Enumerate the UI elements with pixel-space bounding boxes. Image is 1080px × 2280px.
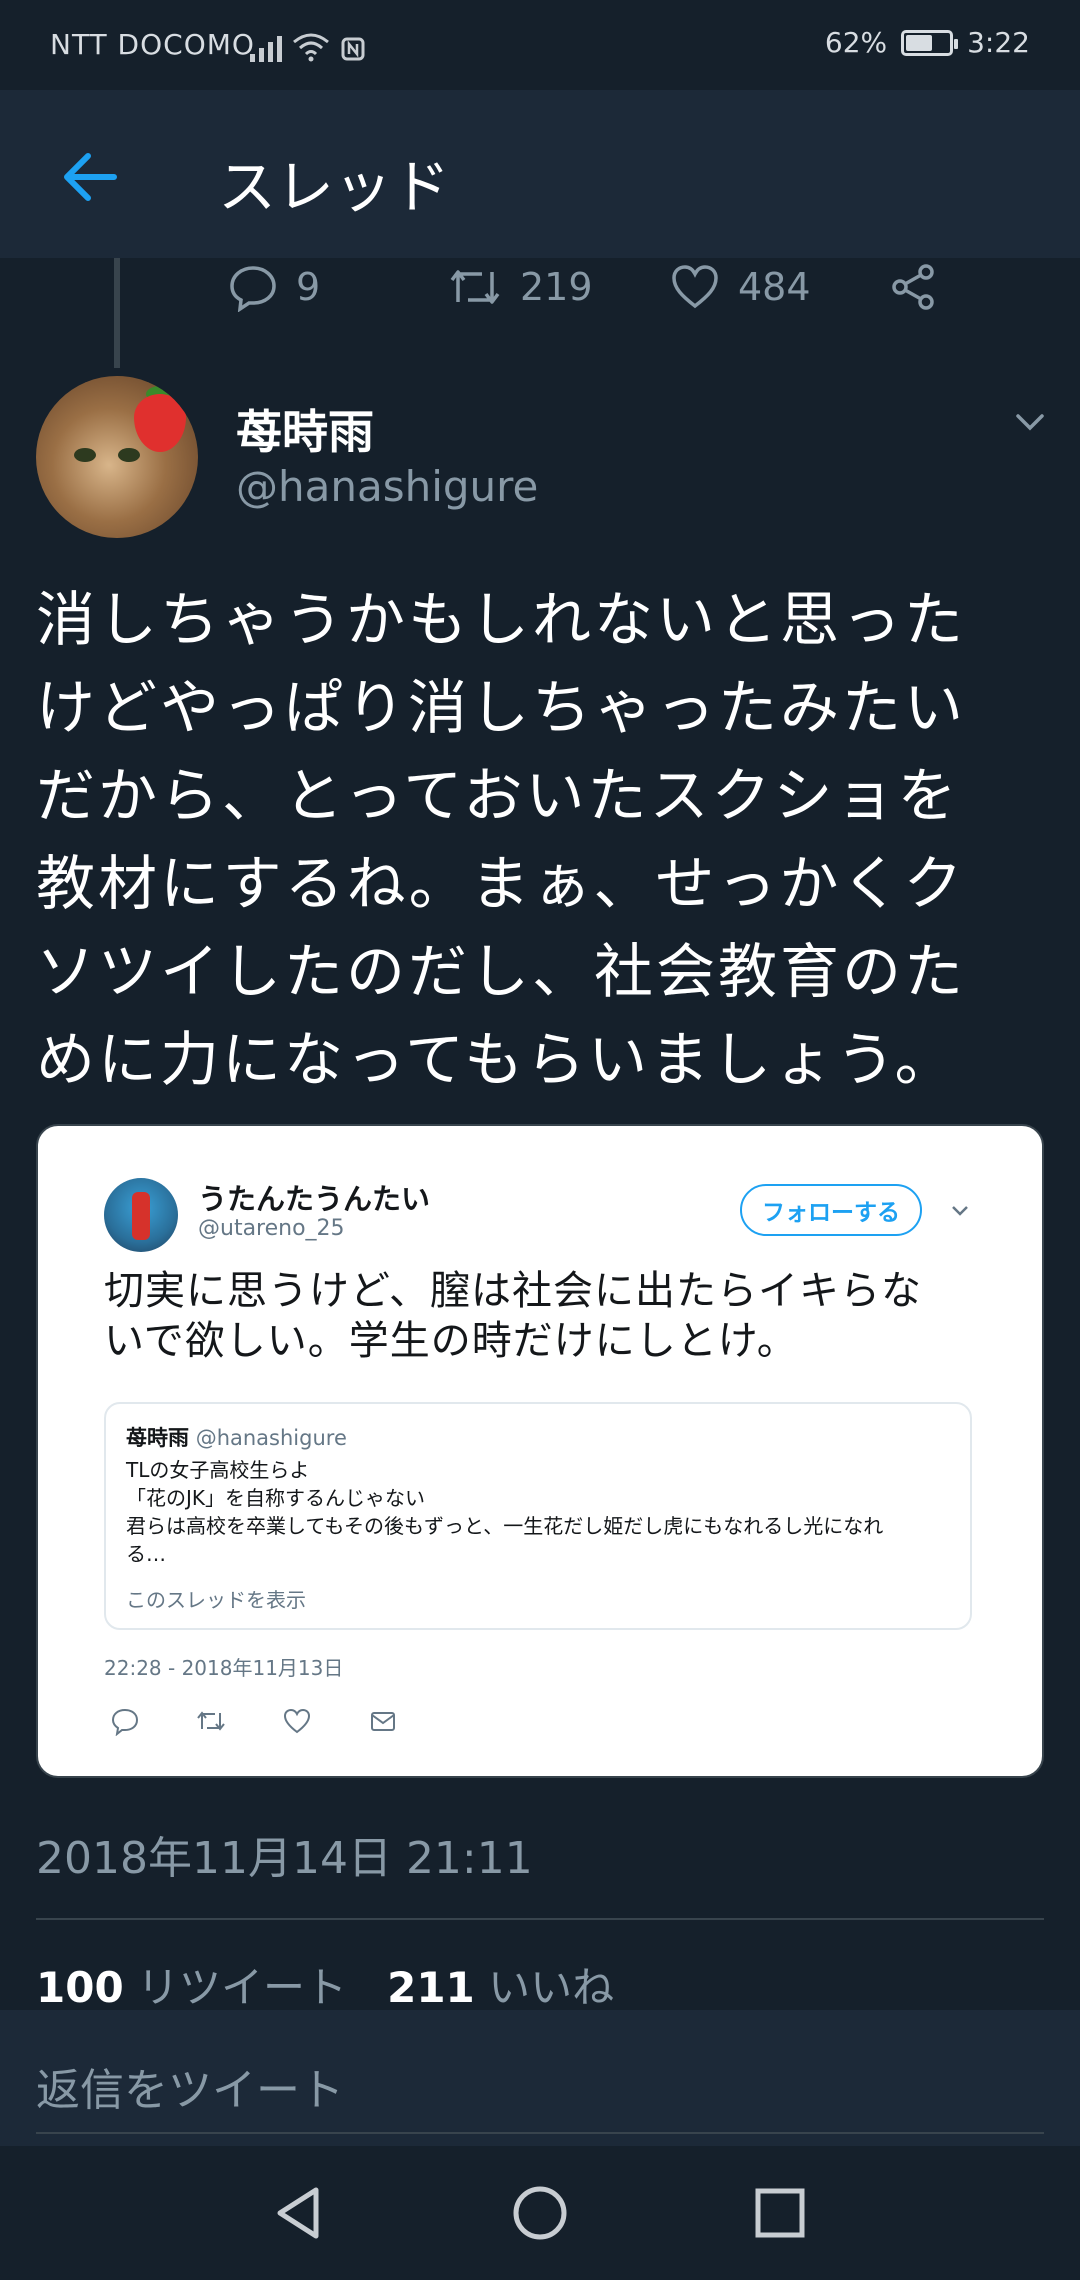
arrow-left-icon[interactable]: [56, 142, 126, 212]
avatar-eye-left: [74, 448, 96, 462]
embedded-author-handle: @utareno_25: [198, 1216, 345, 1241]
embedded-retweet-icon: [197, 1711, 225, 1731]
embedded-reply-icon: [111, 1708, 139, 1736]
embedded-mail-icon: [371, 1712, 395, 1731]
tweet-stats[interactable]: 100 リツイート 211 いいね: [36, 1954, 614, 2015]
battery-percent: 62%: [824, 26, 888, 59]
embedded-text-line: いで欲しい。学生の時だけにしとけ。: [104, 1318, 798, 1364]
avatar[interactable]: [36, 376, 198, 538]
tweet-text: 消しちゃうかもしれないと思った けどやっぱり消しちゃったみたい だから、とってお…: [36, 576, 1046, 1104]
quote-show-thread: このスレッドを表示: [126, 1588, 306, 1612]
retweet-icon: [450, 270, 500, 304]
like-label: いいね: [488, 1963, 615, 2012]
quote-author-handle: @hanashigure: [195, 1426, 347, 1450]
retweet-total: 100: [36, 1963, 124, 2012]
reply-input-underline: [36, 2132, 1044, 2134]
app-header: スレッド: [0, 90, 1080, 258]
signal-indicators: [250, 26, 366, 62]
avatar-eye-right: [118, 448, 140, 462]
embedded-author-name: うたんたうんたい: [198, 1182, 431, 1216]
wifi-icon: [293, 33, 329, 62]
heart-icon: [672, 265, 718, 309]
tweet-timestamp: 2018年11月14日 21:11: [36, 1833, 533, 1884]
embedded-follow-button: フォローする: [740, 1184, 922, 1236]
like-total: 211: [387, 1963, 475, 2012]
embedded-tweet-text: 切実に思うけど、膣は社会に出たらイキらな いで欲しい。学生の時だけにしとけ。: [104, 1266, 954, 1366]
battery-level: [906, 34, 933, 51]
embedded-text-line: 切実に思うけど、膣は社会に出たらイキらな: [104, 1268, 922, 1314]
embedded-quote-tweet: 苺時雨 @hanashigure TLの女子高校生らよ 「花のJK」を自称するん…: [104, 1402, 972, 1630]
embedded-heart-icon: [283, 1708, 311, 1734]
nav-recents-icon[interactable]: [745, 2178, 815, 2248]
retweet-label: リツイート: [137, 1963, 348, 2012]
chevron-down-icon[interactable]: [1012, 404, 1048, 440]
reply-input[interactable]: 返信をツイート: [36, 2054, 344, 2118]
author-handle[interactable]: @hanashigure: [236, 462, 538, 511]
quote-text-line: TLの女子高校生らよ: [126, 1458, 310, 1482]
tweet-text-line: だから、とっておいたスクショを: [36, 761, 960, 830]
like-count: 484: [738, 265, 811, 309]
embedded-actions: [104, 1706, 424, 1742]
quote-text-line: 君らは高校を卒業してもその後もずっと、一生花だし姫だし虎にもなれるし光になれ: [126, 1514, 884, 1538]
share-icon: [892, 264, 934, 310]
retweet-count: 219: [520, 265, 593, 309]
reply-bar: 返信をツイート: [0, 2010, 1080, 2146]
nav-home-icon[interactable]: [505, 2178, 575, 2248]
carrier-name: NTT DOCOMO: [50, 28, 255, 61]
nfc-icon: [341, 37, 365, 61]
page-title: スレッド: [218, 153, 451, 221]
avatar-strawberry: [134, 394, 186, 452]
embedded-avatar-figure: [132, 1192, 150, 1240]
reply-action[interactable]: 9: [228, 262, 320, 312]
clock: 3:22: [967, 26, 1030, 59]
nav-back-icon[interactable]: [264, 2178, 334, 2248]
previous-tweet-actions: 9 219 484: [0, 258, 1080, 338]
share-action[interactable]: [888, 262, 938, 312]
cell-signal-icon: [250, 32, 282, 62]
system-nav-bar: [0, 2146, 1080, 2280]
divider: [36, 1918, 1044, 1920]
embedded-avatar: [104, 1178, 178, 1252]
embedded-timestamp: 22:28 - 2018年11月13日: [104, 1656, 344, 1680]
tweet-text-line: 消しちゃうかもしれないと思った: [36, 585, 967, 654]
quote-text-line: る…: [126, 1542, 166, 1566]
status-bar: NTT DOCOMO 62% 3:22: [0, 0, 1080, 90]
embedded-chevron-down-icon: [952, 1206, 968, 1216]
reply-icon: [230, 266, 276, 312]
retweet-action[interactable]: 219: [448, 262, 593, 312]
reply-count: 9: [296, 265, 321, 309]
tweet-text-line: ソツイしたのだし、社会教育のた: [36, 937, 967, 1006]
quote-text-line: 「花のJK」を自称するんじゃない: [126, 1486, 426, 1510]
quote-author-name: 苺時雨: [126, 1426, 189, 1450]
like-action[interactable]: 484: [670, 262, 811, 312]
tweet-text-line: 教材にするね。まぁ、せっかくク: [36, 849, 966, 918]
author-name[interactable]: 苺時雨: [236, 396, 374, 462]
quote-header: 苺時雨 @hanashigure: [126, 1422, 347, 1452]
tweet-text-line: けどやっぱり消しちゃったみたい: [36, 673, 967, 742]
quote-text: TLの女子高校生らよ 「花のJK」を自称するんじゃない 君らは高校を卒業してもそ…: [126, 1456, 956, 1568]
status-right: 62% 3:22: [825, 26, 1030, 59]
tweet-text-line: めに力になってもらいましょう。: [36, 1025, 957, 1094]
attached-image[interactable]: うたんたうんたい @utareno_25 フォローする 切実に思うけど、膣は社会…: [36, 1124, 1044, 1778]
battery-icon: [901, 29, 959, 56]
